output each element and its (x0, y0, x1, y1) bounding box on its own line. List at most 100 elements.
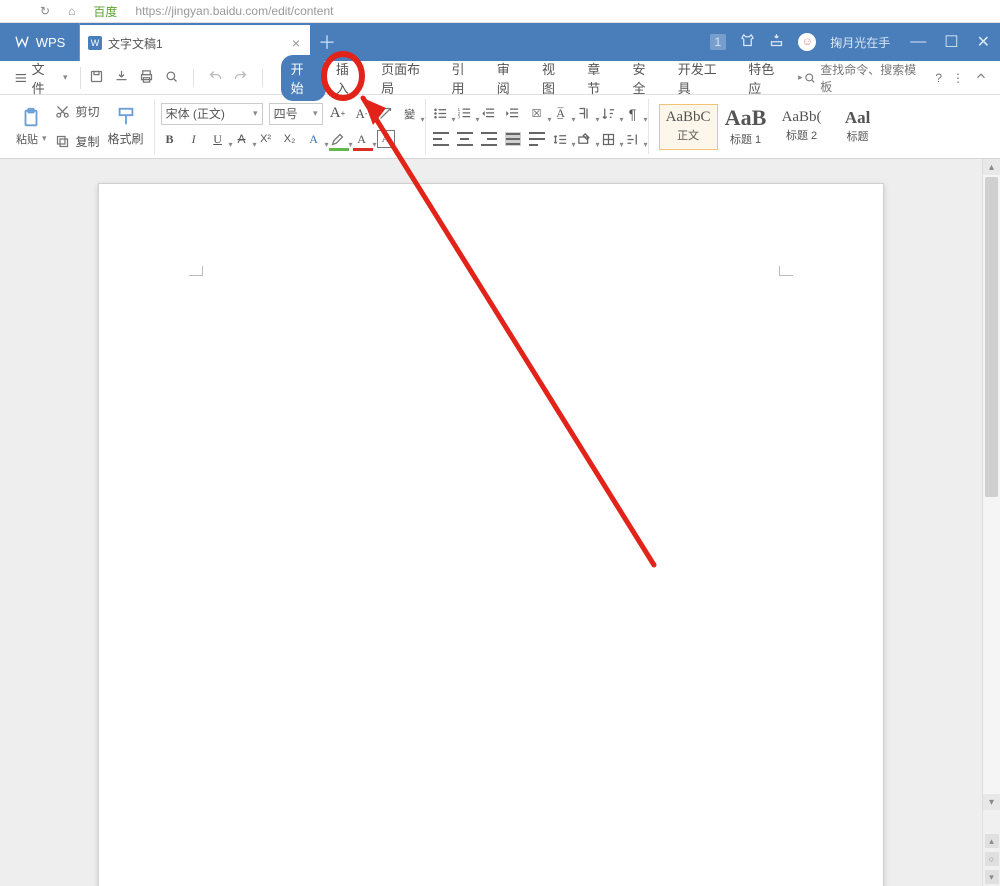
file-menu-label: 文件 (32, 59, 57, 97)
style-heading2[interactable]: AaBb( 标题 2 (774, 104, 830, 150)
copy-label: 复制 (76, 133, 100, 150)
ribbon: 粘贴▾ 剪切 复制 格式刷 宋体 (正文)▾ 四号▾ A+ A- (0, 95, 1000, 159)
page-margin-mark-tr (779, 266, 793, 276)
font-name-dropdown[interactable]: 宋体 (正文)▾ (161, 103, 263, 125)
tabs-settings-icon[interactable]: ▾ (624, 130, 642, 148)
document-tab-label: 文字文稿1 (108, 35, 163, 52)
tab-page-layout[interactable]: 页面布局 (371, 55, 441, 101)
style-title[interactable]: Aal 标题 (830, 104, 886, 150)
font-color-icon[interactable]: A▾ (353, 130, 371, 148)
copy-button[interactable]: 复制 (55, 129, 100, 155)
tab-references[interactable]: 引用 (442, 55, 487, 101)
vertical-scrollbar[interactable]: ▴ ▾ ▴ ○ ▾ (982, 159, 1000, 886)
scroll-track[interactable] (983, 175, 1000, 794)
tab-security[interactable]: 安全 (623, 55, 668, 101)
tab-section[interactable]: 章节 (577, 55, 622, 101)
line-spacing-icon[interactable]: ▾ (552, 130, 570, 148)
distribute-icon[interactable] (528, 130, 546, 148)
tab-insert[interactable]: 插入 (326, 55, 371, 101)
command-search-placeholder: 查找命令、搜索模板 (820, 61, 925, 95)
borders-icon[interactable]: ▾ (600, 130, 618, 148)
file-menu[interactable]: 文件 ▾ (6, 59, 76, 97)
doc-icon: W (88, 36, 102, 50)
tab-developer[interactable]: 开发工具 (668, 55, 738, 101)
char-scale-icon[interactable]: ☒▾ (528, 105, 546, 123)
user-avatar[interactable]: ☺ (798, 33, 816, 51)
arrow-export-icon[interactable] (114, 69, 129, 87)
scroll-down-icon[interactable]: ▾ (983, 794, 1000, 810)
collapse-ribbon-icon[interactable] (974, 69, 988, 86)
font-size-dropdown[interactable]: 四号▾ (269, 103, 323, 125)
document-viewport[interactable] (0, 159, 982, 886)
numbering-icon[interactable]: 123▾ (456, 105, 474, 123)
show-marks-icon[interactable]: ¶▾ (624, 105, 642, 123)
text-effect-icon[interactable]: A▾ (305, 130, 323, 148)
workspace: ▴ ▾ ▴ ○ ▾ (0, 159, 1000, 886)
phonetic-icon[interactable]: 變▾ (401, 105, 419, 123)
change-case-icon[interactable]: A̲̅▾ (552, 105, 570, 123)
print-icon[interactable] (139, 69, 154, 87)
next-page-nav-icon[interactable]: ▾ (985, 870, 999, 884)
close-tab-icon[interactable]: × (292, 35, 300, 51)
document-tab[interactable]: W 文字文稿1 × (80, 23, 310, 61)
increase-font-icon[interactable]: A+ (329, 105, 347, 123)
char-border-icon[interactable]: A (377, 130, 395, 148)
scroll-up-icon[interactable]: ▴ (983, 159, 1000, 175)
menu-bar-right: 查找命令、搜索模板 ? ⋮ (803, 61, 994, 95)
align-justify-icon[interactable] (504, 130, 522, 148)
cut-button[interactable]: 剪切 (55, 99, 100, 125)
feedback-icon[interactable] (769, 33, 784, 51)
redo-icon[interactable] (233, 69, 248, 87)
browse-object-icon[interactable]: ○ (985, 852, 999, 866)
skin-icon[interactable] (740, 33, 755, 51)
command-search[interactable]: 查找命令、搜索模板 (803, 61, 926, 95)
paste-button[interactable]: 粘贴▾ (12, 107, 51, 147)
username[interactable]: 掬月光在手 (830, 34, 890, 51)
highlight-icon[interactable]: ▾ (329, 130, 347, 148)
format-painter-button[interactable]: 格式刷 (104, 106, 148, 147)
notification-badge[interactable]: 1 (710, 34, 727, 50)
strikethrough-icon[interactable]: A▾ (233, 130, 251, 148)
align-left-icon[interactable] (432, 130, 450, 148)
prev-page-nav-icon[interactable]: ▴ (985, 834, 999, 848)
bold-icon[interactable]: B (161, 130, 179, 148)
clear-format-icon[interactable] (377, 105, 395, 123)
print-preview-icon[interactable] (164, 69, 179, 87)
cut-label: 剪切 (76, 103, 100, 120)
bullets-icon[interactable]: ▾ (432, 105, 450, 123)
document-page[interactable] (98, 183, 884, 886)
asian-layout-icon[interactable]: ▾ (576, 105, 594, 123)
wps-home-tab[interactable]: WPS (0, 23, 80, 61)
page-margin-mark-tl (189, 266, 203, 276)
scroll-thumb[interactable] (985, 177, 998, 497)
tab-start[interactable]: 开始 (281, 55, 326, 101)
style-normal[interactable]: AaBbC 正文 (659, 104, 718, 150)
minimize-icon[interactable]: — (910, 33, 926, 51)
underline-icon[interactable]: U▾ (209, 130, 227, 148)
superscript-icon[interactable]: X² (257, 130, 275, 148)
more-icon[interactable]: ⋮ (952, 71, 964, 85)
help-icon[interactable]: ? (935, 71, 942, 85)
decrease-indent-icon[interactable] (480, 105, 498, 123)
align-right-icon[interactable] (480, 130, 498, 148)
tab-review[interactable]: 审阅 (487, 55, 532, 101)
wps-label: WPS (36, 35, 66, 50)
undo-icon[interactable] (208, 69, 223, 87)
paste-label: 粘贴 (16, 131, 38, 147)
maximize-icon[interactable]: ☐ (944, 32, 958, 52)
close-window-icon[interactable]: ✕ (977, 32, 990, 52)
shading-icon[interactable]: ▾ (576, 130, 594, 148)
italic-icon[interactable]: I (185, 130, 203, 148)
increase-indent-icon[interactable] (504, 105, 522, 123)
sort-icon[interactable]: ▾ (600, 105, 618, 123)
tab-special[interactable]: 特色应 (738, 55, 796, 101)
style-heading1[interactable]: AaB 标题 1 (718, 104, 774, 150)
tab-view[interactable]: 视图 (532, 55, 577, 101)
decrease-font-icon[interactable]: A- (353, 105, 371, 123)
home-icon: ⌂ (68, 4, 75, 18)
align-center-icon[interactable] (456, 130, 474, 148)
quick-access-toolbar (80, 67, 275, 89)
subscript-icon[interactable]: X₂ (281, 130, 299, 148)
save-icon[interactable] (89, 69, 104, 87)
style-gallery[interactable]: AaBbC 正文 AaB 标题 1 AaBb( 标题 2 Aal 标题 (659, 104, 886, 150)
